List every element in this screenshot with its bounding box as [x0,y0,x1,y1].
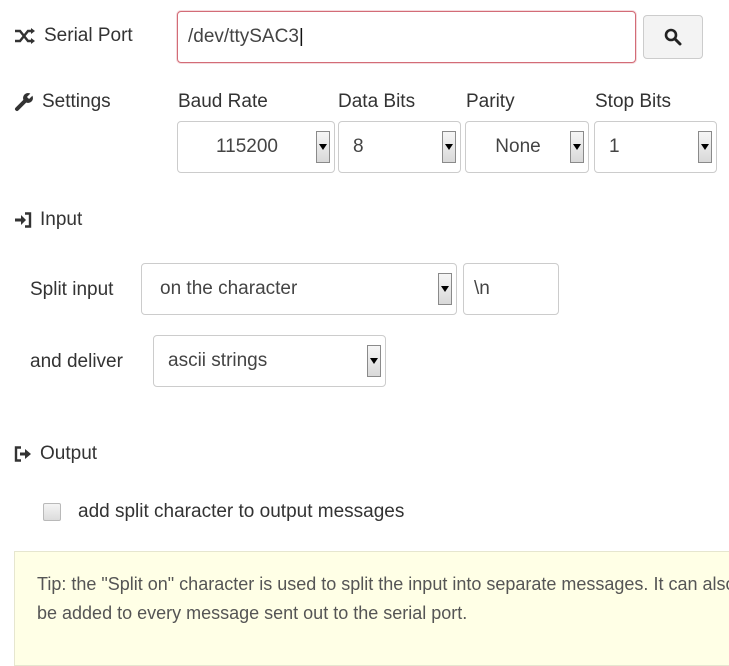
chevron-down-icon [570,131,584,163]
deliver-select[interactable]: ascii strings [153,335,386,387]
deliver-label: and deliver [30,351,123,372]
add-split-character-checkbox[interactable] [43,503,61,521]
stop-bits-select[interactable]: 1 [594,121,717,173]
stop-bits-label: Stop Bits [595,91,672,112]
search-icon [664,28,682,46]
tip-text: Tip: the "Split on" character is used to… [37,574,729,623]
output-section-heading: Output [14,443,97,465]
chevron-down-icon [442,131,456,163]
input-section-heading: Input [14,209,82,231]
sign-in-icon [14,212,32,228]
settings-label: Settings [14,91,111,113]
split-character-input[interactable]: \n [463,263,559,315]
sign-out-icon [14,446,32,462]
baud-rate-select[interactable]: 115200 [177,121,335,173]
chevron-down-icon [316,131,330,163]
split-input-label: Split input [30,279,114,300]
chevron-down-icon [698,131,712,163]
wrench-icon [14,92,34,112]
data-bits-select[interactable]: 8 [338,121,461,173]
split-input-select[interactable]: on the character [141,263,457,315]
data-bits-label: Data Bits [338,91,416,112]
tip-box: Tip: the "Split on" character is used to… [14,551,729,666]
chevron-down-icon [367,345,381,377]
baud-rate-label: Baud Rate [178,91,268,112]
serial-port-label: Serial Port [14,25,133,47]
parity-label: Parity [466,91,515,112]
shuffle-icon [14,28,36,44]
search-button[interactable] [643,15,703,59]
chevron-down-icon [438,273,452,305]
add-split-character-label: add split character to output messages [78,501,405,522]
serial-port-input[interactable]: /dev/ttySAC3| [177,11,636,63]
parity-select[interactable]: None [465,121,589,173]
